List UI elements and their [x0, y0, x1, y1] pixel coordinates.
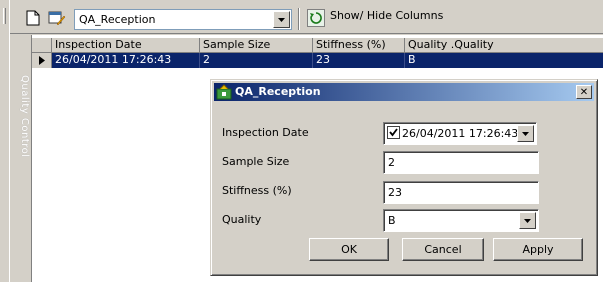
- qa-reception-dialog: QA_Reception ✕ Inspection Date 26/04/201…: [210, 79, 598, 276]
- view-select-value: QA_Reception: [79, 13, 156, 26]
- inspection-date-checkbox[interactable]: [387, 126, 400, 139]
- column-header-stiffness[interactable]: Stiffness (%): [313, 38, 405, 53]
- cell-inspection-date[interactable]: 26/04/2011 17:26:43: [52, 53, 200, 68]
- show-hide-columns-button[interactable]: Show/ Hide Columns: [330, 9, 443, 22]
- inspection-date-picker[interactable]: 26/04/2011 17:26:43: [383, 122, 537, 145]
- close-icon[interactable]: ✕: [576, 85, 592, 99]
- column-header-sample-size[interactable]: Sample Size: [200, 38, 313, 53]
- toolbar-grip[interactable]: [3, 8, 6, 24]
- stiffness-input[interactable]: 23: [383, 181, 539, 204]
- inspection-date-value: 26/04/2011 17:26:43: [402, 127, 519, 140]
- column-header-inspection-date[interactable]: Inspection Date: [52, 38, 200, 53]
- date-dropdown-chevron-down-icon[interactable]: [517, 125, 534, 142]
- toolbar: QA_Reception Show/ Hide Columns: [10, 0, 603, 34]
- window-left-border: [0, 0, 10, 282]
- sample-size-input[interactable]: 2: [383, 151, 539, 174]
- refresh-icon[interactable]: [307, 9, 325, 27]
- quality-label: Quality: [222, 213, 262, 226]
- quality-chevron-down-icon[interactable]: [519, 212, 536, 229]
- sample-size-value: 2: [388, 156, 395, 169]
- stiffness-label: Stiffness (%): [222, 184, 292, 197]
- sample-size-label: Sample Size: [222, 155, 290, 168]
- dialog-titlebar[interactable]: QA_Reception ✕: [214, 83, 594, 101]
- header-corner: [32, 38, 52, 53]
- chevron-down-icon[interactable]: [273, 11, 290, 28]
- cancel-button[interactable]: Cancel: [402, 238, 484, 261]
- side-tab-label: Quality Control: [19, 75, 30, 158]
- quality-value: B: [388, 214, 396, 227]
- toolbar-separator: [298, 8, 300, 30]
- dialog-title: QA_Reception: [235, 85, 321, 98]
- table-row[interactable]: 26/04/2011 17:26:43 2 23 B: [32, 53, 603, 68]
- app-icon: [216, 84, 232, 100]
- ok-button[interactable]: OK: [309, 238, 389, 261]
- grid-header: Inspection Date Sample Size Stiffness (%…: [32, 38, 603, 53]
- new-document-icon[interactable]: [24, 9, 42, 27]
- side-panel-tab[interactable]: Quality Control: [10, 35, 32, 282]
- stiffness-value: 23: [388, 186, 402, 199]
- row-selector-arrow-icon[interactable]: [32, 53, 52, 68]
- quality-select[interactable]: B: [383, 209, 539, 232]
- view-select[interactable]: QA_Reception: [74, 9, 292, 30]
- cell-quality[interactable]: B: [405, 53, 603, 68]
- cell-sample-size[interactable]: 2: [200, 53, 313, 68]
- cell-stiffness[interactable]: 23: [313, 53, 405, 68]
- column-header-quality[interactable]: Quality .Quality: [405, 38, 603, 53]
- view-edit-icon[interactable]: [48, 9, 66, 27]
- inspection-date-label: Inspection Date: [222, 126, 309, 139]
- apply-button[interactable]: Apply: [493, 238, 583, 261]
